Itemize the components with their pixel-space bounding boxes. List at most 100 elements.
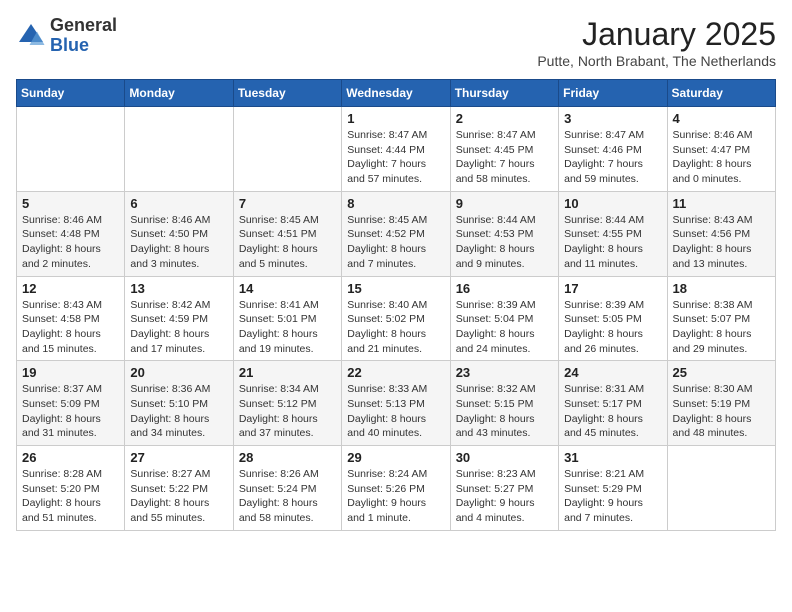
weekday-header-tuesday: Tuesday (233, 80, 341, 107)
day-cell: 3Sunrise: 8:47 AMSunset: 4:46 PMDaylight… (559, 107, 667, 192)
day-cell (667, 446, 775, 531)
day-info: Sunrise: 8:43 AMSunset: 4:56 PMDaylight:… (673, 213, 770, 272)
weekday-header-monday: Monday (125, 80, 233, 107)
day-cell: 18 Sunrise: 8:38 AMSunset: 5:07 PMDayligh… (667, 276, 775, 361)
weekday-header-thursday: Thursday (450, 80, 558, 107)
logo-blue: Blue (50, 36, 117, 56)
day-cell: 30Sunrise: 8:23 AMSunset: 5:27 PMDayligh… (450, 446, 558, 531)
day-info: Sunrise: 8:41 AMSunset: 5:01 PMDaylight:… (239, 298, 336, 357)
day-number: 14 (239, 281, 336, 296)
day-info: Sunrise: 8:39 AMSunset: 5:05 PMDaylight:… (564, 298, 661, 357)
day-cell: 23 Sunrise: 8:32 AMSunset: 5:15 PMDayligh… (450, 361, 558, 446)
day-cell: 27 Sunrise: 8:27 AMSunset: 5:22 PMDayligh… (125, 446, 233, 531)
day-cell: 19Sunrise: 8:37 AMSunset: 5:09 PMDayligh… (17, 361, 125, 446)
day-number: 6 (130, 196, 227, 211)
title-area: January 2025 Putte, North Brabant, The N… (537, 16, 776, 69)
week-row-4: 19Sunrise: 8:37 AMSunset: 5:09 PMDayligh… (17, 361, 776, 446)
day-cell: 29 Sunrise: 8:24 AMSunset: 5:26 PMDayligh… (342, 446, 450, 531)
day-number: 1 (347, 111, 444, 126)
day-cell (233, 107, 341, 192)
day-number: 15 (347, 281, 444, 296)
day-number: 23 (456, 365, 553, 380)
day-cell: 28 Sunrise: 8:26 AMSunset: 5:24 PMDayligh… (233, 446, 341, 531)
day-number: 9 (456, 196, 553, 211)
day-info: Sunrise: 8:47 AMSunset: 4:46 PMDaylight:… (564, 128, 661, 187)
day-cell: 10 Sunrise: 8:44 AMSunset: 4:55 PMDayligh… (559, 191, 667, 276)
day-info: Sunrise: 8:46 AMSunset: 4:48 PMDaylight:… (22, 213, 119, 272)
day-cell: 7 Sunrise: 8:45 AMSunset: 4:51 PMDaylight… (233, 191, 341, 276)
day-info: Sunrise: 8:47 AMSunset: 4:44 PMDaylight:… (347, 128, 444, 187)
weekday-header-friday: Friday (559, 80, 667, 107)
day-number: 2 (456, 111, 553, 126)
day-cell: 2 Sunrise: 8:47 AMSunset: 4:45 PMDaylight… (450, 107, 558, 192)
day-info: Sunrise: 8:24 AMSunset: 5:26 PMDaylight:… (347, 467, 444, 526)
day-number: 20 (130, 365, 227, 380)
weekday-header-wednesday: Wednesday (342, 80, 450, 107)
day-info: Sunrise: 8:21 AMSunset: 5:29 PMDaylight:… (564, 467, 661, 526)
day-cell: 13Sunrise: 8:42 AMSunset: 4:59 PMDayligh… (125, 276, 233, 361)
day-number: 17 (564, 281, 661, 296)
day-cell (125, 107, 233, 192)
week-row-5: 26Sunrise: 8:28 AMSunset: 5:20 PMDayligh… (17, 446, 776, 531)
day-cell: 6Sunrise: 8:46 AMSunset: 4:50 PMDaylight… (125, 191, 233, 276)
day-number: 22 (347, 365, 444, 380)
day-info: Sunrise: 8:46 AMSunset: 4:47 PMDaylight:… (673, 128, 770, 187)
day-number: 19 (22, 365, 119, 380)
logo: General Blue (16, 16, 117, 56)
weekday-header-row: SundayMondayTuesdayWednesdayThursdayFrid… (17, 80, 776, 107)
logo-text: General Blue (50, 16, 117, 56)
week-row-1: 1 Sunrise: 8:47 AMSunset: 4:44 PMDaylight… (17, 107, 776, 192)
day-number: 18 (673, 281, 770, 296)
day-info: Sunrise: 8:26 AMSunset: 5:24 PMDaylight:… (239, 467, 336, 526)
day-cell: 1 Sunrise: 8:47 AMSunset: 4:44 PMDaylight… (342, 107, 450, 192)
header: General Blue January 2025 Putte, North B… (16, 16, 776, 69)
day-number: 26 (22, 450, 119, 465)
day-number: 30 (456, 450, 553, 465)
logo-icon (16, 21, 46, 51)
day-number: 28 (239, 450, 336, 465)
day-info: Sunrise: 8:39 AMSunset: 5:04 PMDaylight:… (456, 298, 553, 357)
day-info: Sunrise: 8:32 AMSunset: 5:15 PMDaylight:… (456, 382, 553, 441)
day-cell: 20 Sunrise: 8:36 AMSunset: 5:10 PMDayligh… (125, 361, 233, 446)
day-info: Sunrise: 8:36 AMSunset: 5:10 PMDaylight:… (130, 382, 227, 441)
day-info: Sunrise: 8:38 AMSunset: 5:07 PMDaylight:… (673, 298, 770, 357)
day-cell: 21 Sunrise: 8:34 AMSunset: 5:12 PMDayligh… (233, 361, 341, 446)
day-number: 8 (347, 196, 444, 211)
day-info: Sunrise: 8:44 AMSunset: 4:55 PMDaylight:… (564, 213, 661, 272)
day-number: 7 (239, 196, 336, 211)
day-cell: 5Sunrise: 8:46 AMSunset: 4:48 PMDaylight… (17, 191, 125, 276)
day-number: 31 (564, 450, 661, 465)
day-info: Sunrise: 8:40 AMSunset: 5:02 PMDaylight:… (347, 298, 444, 357)
calendar: SundayMondayTuesdayWednesdayThursdayFrid… (16, 79, 776, 531)
day-info: Sunrise: 8:47 AMSunset: 4:45 PMDaylight:… (456, 128, 553, 187)
day-cell: 9 Sunrise: 8:44 AMSunset: 4:53 PMDaylight… (450, 191, 558, 276)
logo-general: General (50, 16, 117, 36)
location-title: Putte, North Brabant, The Netherlands (537, 53, 776, 69)
day-info: Sunrise: 8:34 AMSunset: 5:12 PMDaylight:… (239, 382, 336, 441)
day-number: 10 (564, 196, 661, 211)
day-info: Sunrise: 8:43 AMSunset: 4:58 PMDaylight:… (22, 298, 119, 357)
day-number: 25 (673, 365, 770, 380)
weekday-header-sunday: Sunday (17, 80, 125, 107)
week-row-2: 5Sunrise: 8:46 AMSunset: 4:48 PMDaylight… (17, 191, 776, 276)
day-info: Sunrise: 8:44 AMSunset: 4:53 PMDaylight:… (456, 213, 553, 272)
day-info: Sunrise: 8:33 AMSunset: 5:13 PMDaylight:… (347, 382, 444, 441)
day-cell: 31 Sunrise: 8:21 AMSunset: 5:29 PMDayligh… (559, 446, 667, 531)
day-number: 13 (130, 281, 227, 296)
day-number: 27 (130, 450, 227, 465)
day-number: 11 (673, 196, 770, 211)
day-cell: 26Sunrise: 8:28 AMSunset: 5:20 PMDayligh… (17, 446, 125, 531)
day-cell: 24Sunrise: 8:31 AMSunset: 5:17 PMDayligh… (559, 361, 667, 446)
day-cell: 16Sunrise: 8:39 AMSunset: 5:04 PMDayligh… (450, 276, 558, 361)
day-info: Sunrise: 8:30 AMSunset: 5:19 PMDaylight:… (673, 382, 770, 441)
day-number: 21 (239, 365, 336, 380)
day-info: Sunrise: 8:27 AMSunset: 5:22 PMDaylight:… (130, 467, 227, 526)
day-cell: 12Sunrise: 8:43 AMSunset: 4:58 PMDayligh… (17, 276, 125, 361)
day-cell (17, 107, 125, 192)
day-number: 4 (673, 111, 770, 126)
day-info: Sunrise: 8:45 AMSunset: 4:51 PMDaylight:… (239, 213, 336, 272)
week-row-3: 12Sunrise: 8:43 AMSunset: 4:58 PMDayligh… (17, 276, 776, 361)
day-number: 24 (564, 365, 661, 380)
day-number: 29 (347, 450, 444, 465)
day-cell: 11 Sunrise: 8:43 AMSunset: 4:56 PMDayligh… (667, 191, 775, 276)
